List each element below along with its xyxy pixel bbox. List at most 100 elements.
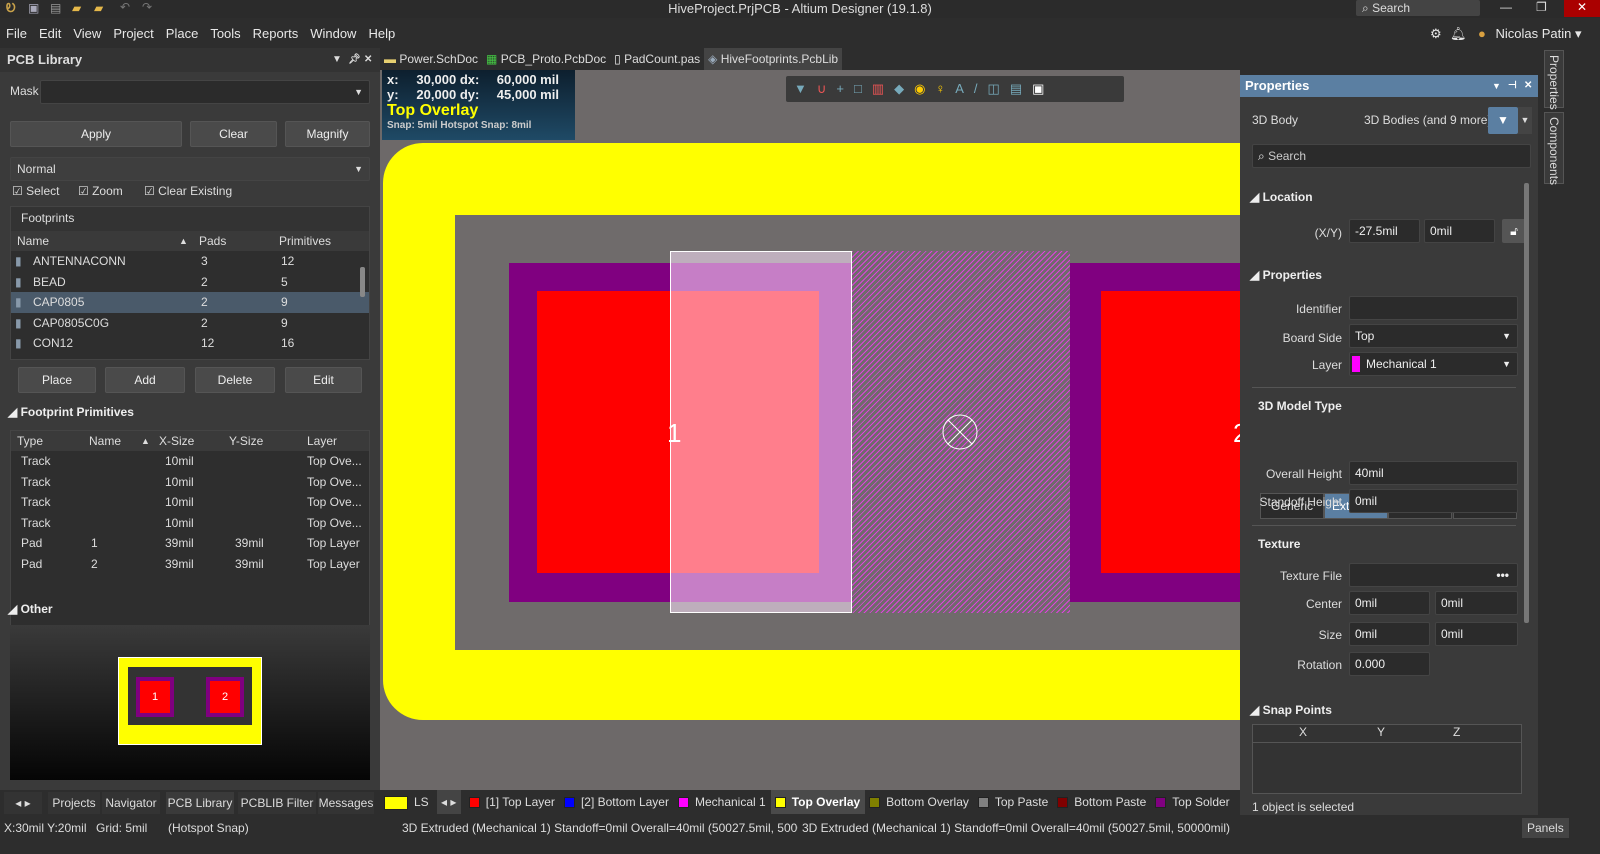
lock-icon[interactable]: 🔓︎ — [1502, 219, 1526, 243]
close-icon[interactable]: ✕ — [364, 48, 372, 72]
x-input[interactable]: -27.5mil — [1349, 219, 1420, 243]
minimize-button[interactable]: — — [1500, 0, 1512, 14]
identifier-input[interactable] — [1349, 296, 1518, 320]
layer-tab[interactable]: Top Overlay — [770, 790, 866, 814]
save-all-icon[interactable]: ▤ — [50, 1, 61, 15]
footprint-primitives-section[interactable]: ◢ Footprint Primitives — [8, 405, 134, 419]
menu-file[interactable]: File — [0, 18, 33, 50]
layer-tab[interactable]: Bottom Overlay — [865, 790, 974, 814]
snap-icon[interactable]: ∪ — [817, 81, 837, 96]
col-primitives[interactable]: Primitives — [279, 231, 331, 251]
close-button[interactable]: ✕ — [1564, 0, 1600, 17]
pin-icon[interactable]: 📌︎ — [348, 48, 361, 72]
apply-button[interactable]: Apply — [10, 121, 182, 147]
magnify-button[interactable]: Magnify — [285, 121, 370, 147]
table-row[interactable]: ▮ CAP0805 2 9 — [11, 292, 369, 313]
menu-window[interactable]: Window — [304, 18, 362, 50]
menu-edit[interactable]: Edit — [33, 18, 67, 50]
size-x-input[interactable]: 0mil — [1349, 622, 1430, 646]
region-icon[interactable]: ◫ — [988, 81, 1010, 96]
table-row[interactable]: Track 10mil Top Ove... — [11, 472, 369, 493]
menu-view[interactable]: View — [67, 18, 107, 50]
tab-pcblib-filter[interactable]: PCBLIB Filter — [238, 792, 316, 814]
tab-pcb-proto[interactable]: ▦ PCB_Proto.PcbDoc — [482, 48, 610, 70]
layer-tab[interactable]: [1] Top Layer — [465, 790, 560, 814]
tab-pcb-library[interactable]: PCB Library — [166, 792, 234, 814]
pin-icon[interactable]: ⊣ — [1508, 75, 1517, 97]
overall-height-input[interactable]: 40mil — [1349, 461, 1518, 485]
select-checkbox[interactable]: ☑ Select — [12, 184, 59, 198]
undo-icon[interactable]: ↶ — [120, 0, 130, 14]
side-tab-components[interactable]: Components — [1544, 112, 1564, 185]
layer-scroll-arrows[interactable]: ◂ ▸ — [437, 790, 462, 814]
rotation-input[interactable]: 0.000 — [1349, 652, 1430, 676]
filter-icon[interactable]: ▼ — [794, 81, 817, 96]
tab-hivefootprints[interactable]: ◈ HiveFootprints.PcbLib — [704, 48, 843, 70]
3d-body-icon[interactable]: ▣ — [1032, 81, 1054, 96]
clear-button[interactable]: Clear — [190, 121, 277, 147]
table-row[interactable]: Track 10mil Top Ove... — [11, 451, 369, 472]
restore-button[interactable]: ❐ — [1536, 0, 1547, 14]
snap-points-section[interactable]: ◢ Snap Points — [1250, 703, 1332, 717]
save-icon[interactable]: ▣ — [28, 1, 39, 15]
selected-3d-body[interactable] — [670, 251, 852, 613]
layer-tab[interactable]: Top Paste — [974, 790, 1053, 814]
menu-reports[interactable]: Reports — [247, 18, 305, 50]
delete-button[interactable]: Delete — [195, 367, 275, 393]
open-icon[interactable]: ▰ — [72, 1, 81, 15]
col-pads[interactable]: Pads — [199, 231, 226, 251]
close-icon[interactable]: ✕ — [1524, 75, 1532, 97]
pcb-canvas[interactable]: 1 2 x: 30,000 dx: 60,000 mil y: 20,000 d… — [380, 70, 1240, 790]
side-tab-properties[interactable]: Properties — [1544, 50, 1564, 110]
place-line-icon[interactable]: + — [836, 81, 854, 96]
filter-button[interactable]: ▼ — [1488, 107, 1518, 134]
properties-search[interactable]: ⌕ Search — [1252, 144, 1531, 168]
table-row[interactable]: Pad 1 39mil 39mil Top Layer — [11, 533, 369, 554]
redo-icon[interactable]: ↷ — [142, 0, 152, 14]
browse-button[interactable]: ••• — [1496, 564, 1509, 586]
table-row[interactable]: ▮ ANTENNACONN 3 12 — [11, 251, 369, 272]
scrollbar[interactable] — [360, 267, 365, 297]
tab-projects[interactable]: Projects — [48, 792, 100, 814]
menu-tools[interactable]: Tools — [204, 18, 246, 50]
zoom-checkbox[interactable]: ☑ Zoom — [78, 184, 123, 198]
table-row[interactable]: ▮ CON12 12 16 — [11, 333, 369, 354]
properties-section[interactable]: ◢ Properties — [1250, 268, 1322, 282]
text-icon[interactable]: A — [955, 81, 974, 96]
global-search[interactable]: ⌕ Search — [1356, 0, 1480, 16]
tab-messages[interactable]: Messages — [318, 792, 374, 814]
add-button[interactable]: Add — [105, 367, 185, 393]
open-project-icon[interactable]: ▰ — [94, 1, 103, 15]
board-side-select[interactable]: Top ▼ — [1349, 324, 1518, 348]
menu-place[interactable]: Place — [160, 18, 205, 50]
y-input[interactable]: 0mil — [1424, 219, 1495, 243]
panels-button[interactable]: Panels — [1522, 818, 1569, 838]
via-icon[interactable]: ♀ — [935, 81, 955, 96]
footprint-preview[interactable]: 1 2 — [10, 625, 370, 780]
layer-tab[interactable]: Top Solder — [1151, 790, 1234, 814]
current-layer-swatch[interactable]: LS — [380, 790, 434, 814]
table-row[interactable]: ▮ BEAD 2 5 — [11, 272, 369, 293]
edit-button[interactable]: Edit — [285, 367, 362, 393]
tab-power-schdoc[interactable]: ▬ Power.SchDoc — [380, 48, 482, 70]
location-section[interactable]: ◢ Location — [1250, 190, 1313, 204]
table-row[interactable]: Track 10mil Top Ove... — [11, 492, 369, 513]
table-row[interactable]: ▮ CAP0805C0G 2 9 — [11, 313, 369, 334]
layer-tab[interactable]: Mechanical 1 — [674, 790, 771, 814]
component-icon[interactable]: ◆ — [894, 81, 914, 96]
align-icon[interactable]: ▥ — [872, 81, 894, 96]
line-icon[interactable]: / — [974, 81, 988, 96]
place-button[interactable]: Place — [18, 367, 96, 393]
mode-select[interactable]: Normal ▼ — [10, 157, 370, 181]
col-name[interactable]: Name — [17, 231, 49, 251]
dimension-icon[interactable]: ▤ — [1010, 81, 1032, 96]
scrollbar[interactable] — [1524, 183, 1529, 623]
center-y-input[interactable]: 0mil — [1435, 591, 1518, 615]
clear-existing-checkbox[interactable]: ☑ Clear Existing — [144, 184, 232, 198]
other-section[interactable]: ◢ Other — [8, 602, 53, 616]
panel-menu-icon[interactable]: ▼ — [332, 48, 342, 72]
layer-tab[interactable]: [2] Bottom Layer — [560, 790, 674, 814]
panel-menu-icon[interactable]: ▼ — [1492, 75, 1501, 97]
size-y-input[interactable]: 0mil — [1435, 622, 1518, 646]
select-rect-icon[interactable]: □ — [854, 81, 872, 96]
